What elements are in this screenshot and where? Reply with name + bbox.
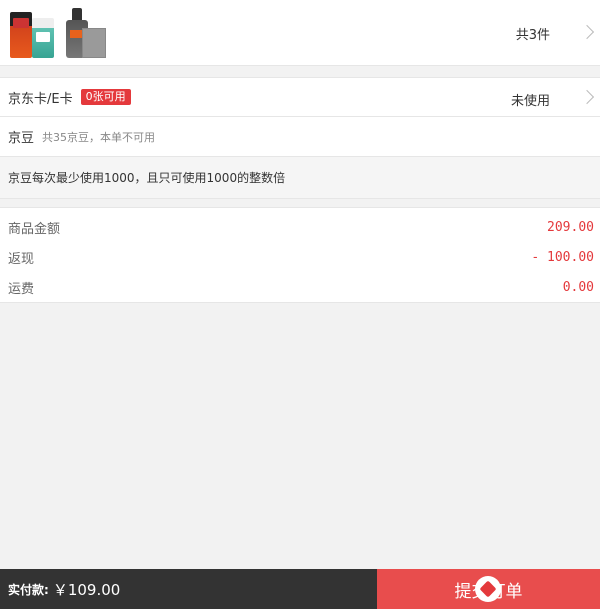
shipping-label: 运费: [8, 281, 35, 297]
subtotal-row: 商品金额 209.00: [0, 212, 600, 242]
subtotal-label: 商品金额: [8, 221, 61, 237]
watermark-logo: [475, 576, 501, 602]
cashback-label: 返现: [8, 251, 35, 267]
jd-beans-notice: 京豆每次最少使用1000，且只可使用1000的整数倍: [0, 157, 600, 199]
total-payment: 实付款: ￥109.00: [0, 569, 377, 609]
jd-card-label: 京东卡/E卡: [8, 91, 73, 107]
jd-beans-row: 京豆 共35京豆，本单不可用: [0, 117, 600, 157]
product-thumbnails: [8, 7, 108, 58]
shipping-row: 运费 0.00: [0, 272, 600, 302]
available-cards-badge: 0张可用: [80, 89, 131, 105]
jd-beans-desc: 共35京豆，本单不可用: [42, 130, 156, 144]
subtotal-value: 209.00: [547, 219, 594, 235]
product-summary-row[interactable]: 共3件: [0, 0, 600, 66]
total-value: ￥109.00: [52, 580, 121, 599]
total-label: 实付款:: [8, 582, 49, 597]
jd-beans-label: 京豆: [8, 131, 35, 146]
item-count: 共3件: [515, 28, 550, 43]
price-summary: 商品金额 209.00 返现 - 100.00 运费 0.00: [0, 207, 600, 303]
shipping-value: 0.00: [562, 279, 594, 295]
product-image-bottle-set: [64, 7, 108, 58]
product-image-face-wash: [8, 8, 58, 58]
cashback-value: - 100.00: [531, 249, 594, 265]
cashback-row: 返现 - 100.00: [0, 242, 600, 272]
submit-order-button[interactable]: 提交订单: [377, 569, 600, 609]
checkout-bar: 实付款: ￥109.00 提交订单: [0, 569, 600, 609]
jd-card-status: 未使用: [510, 94, 550, 109]
chevron-right-icon: [579, 89, 595, 105]
jd-card-row[interactable]: 京东卡/E卡 0张可用 未使用: [0, 77, 600, 117]
chevron-right-icon: [579, 24, 595, 40]
